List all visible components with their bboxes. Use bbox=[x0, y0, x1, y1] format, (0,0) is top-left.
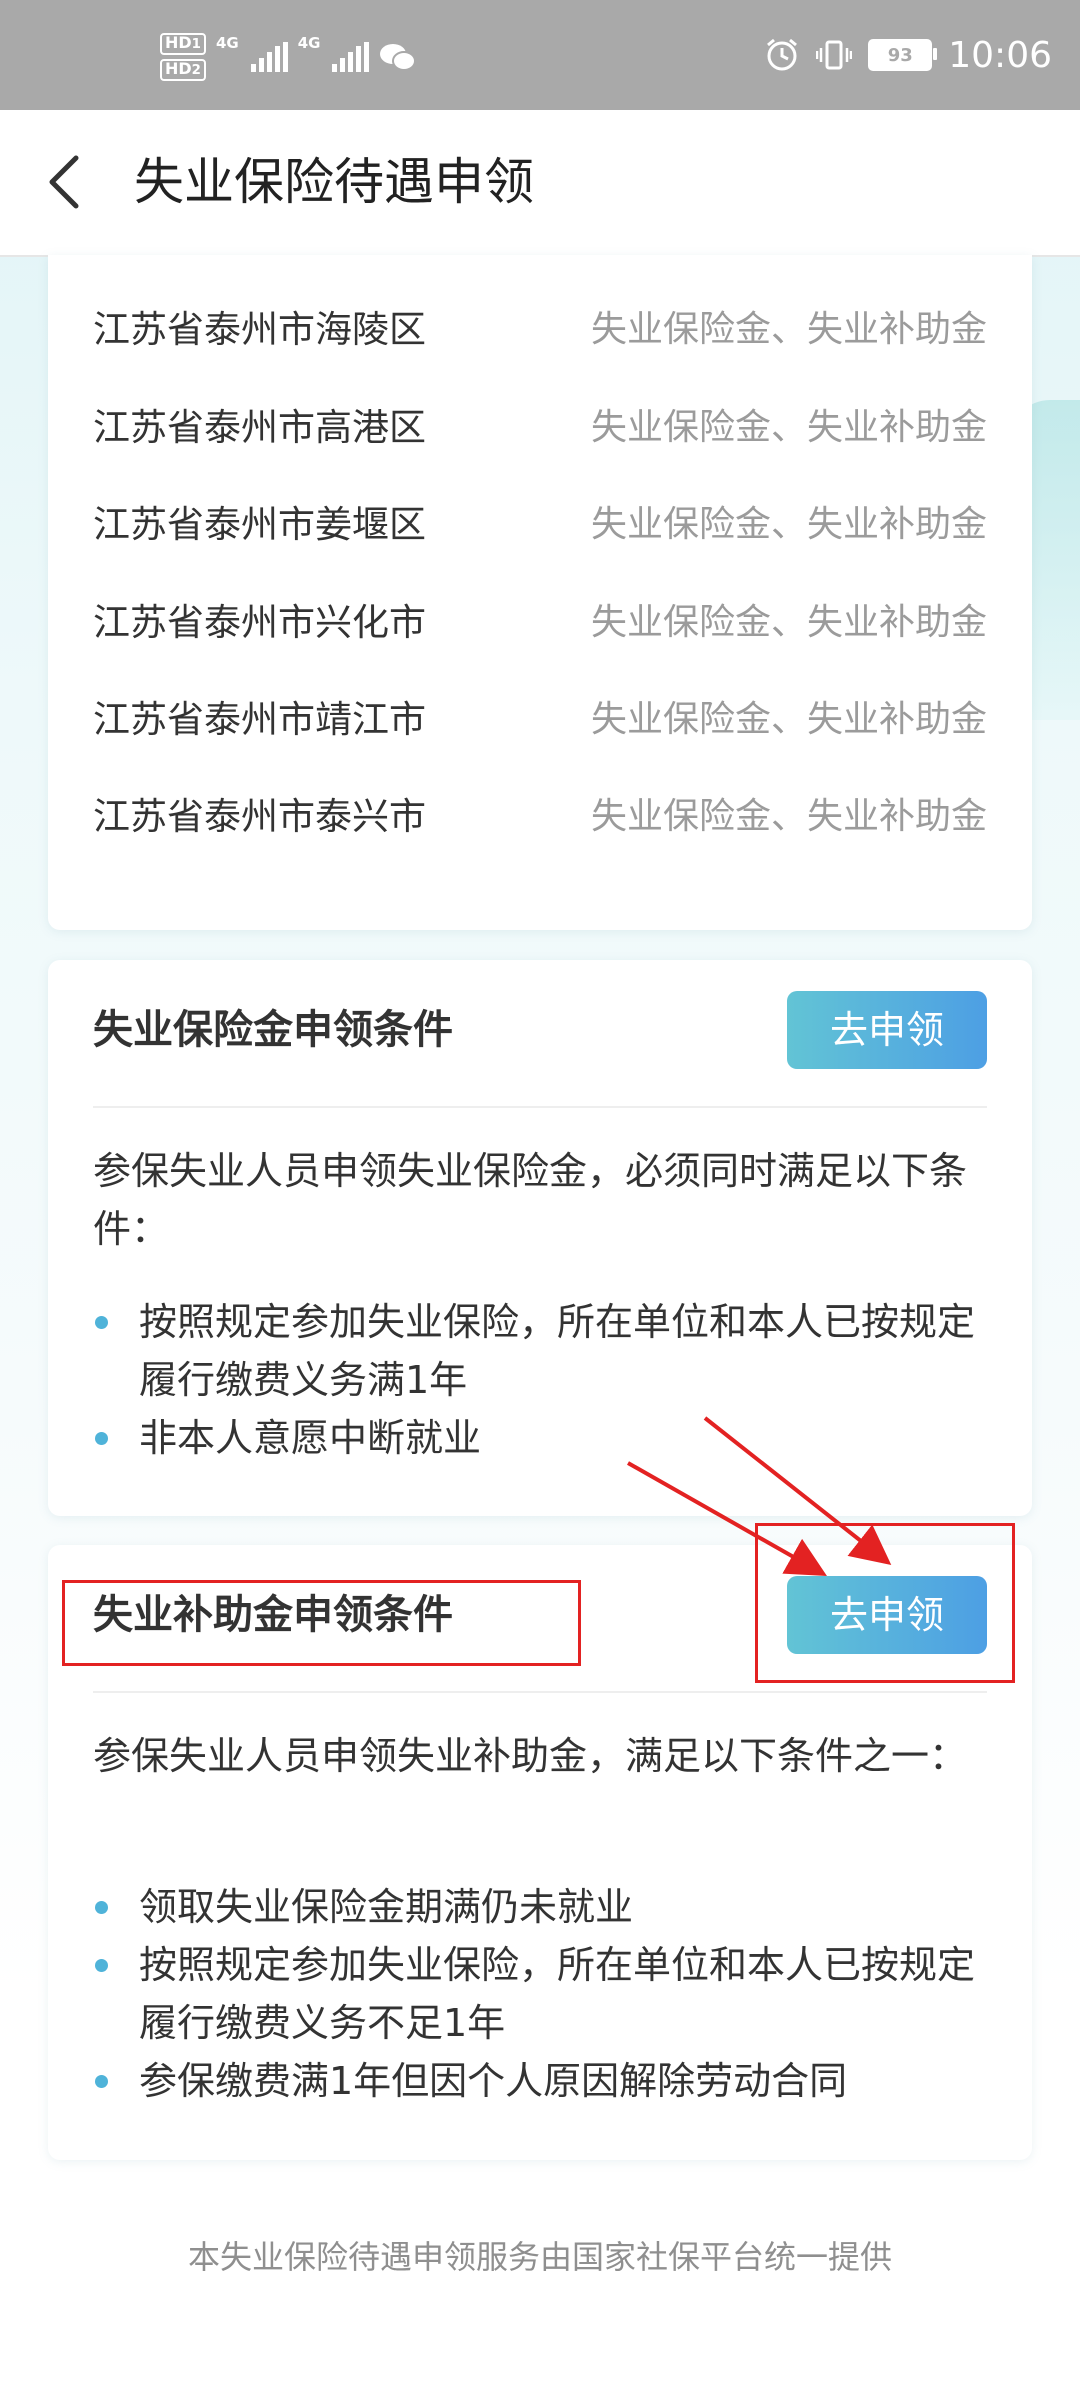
status-left: HD1 HD2 4G 4G bbox=[160, 33, 417, 81]
region-area: 江苏省泰州市泰兴市 bbox=[93, 795, 426, 838]
region-type: 失业保险金、失业补助金 bbox=[590, 796, 987, 837]
region-row: 江苏省泰州市泰兴市 失业保险金、失业补助金 bbox=[93, 787, 987, 847]
sig2-label: 4G bbox=[297, 34, 321, 52]
region-area: 江苏省泰州市高港区 bbox=[93, 406, 426, 449]
alarm-icon bbox=[767, 38, 798, 71]
insurance-card-desc: 参保失业人员申领失业保险金，必须同时满足以下条件： bbox=[93, 1149, 968, 1251]
signal-1-icon bbox=[250, 42, 288, 72]
region-row: 江苏省泰州市靖江市 失业保险金、失业补助金 bbox=[93, 690, 987, 750]
chevron-left-icon bbox=[49, 155, 79, 209]
region-type: 失业保险金、失业补助金 bbox=[590, 407, 987, 448]
region-type: 失业保险金、失业补助金 bbox=[590, 699, 987, 740]
battery-icon: 93 bbox=[868, 39, 938, 71]
region-area: 江苏省泰州市兴化市 bbox=[93, 601, 426, 644]
back-button[interactable] bbox=[44, 152, 104, 212]
hd-indicators: HD1 HD2 bbox=[160, 33, 206, 81]
vibrate-icon bbox=[816, 40, 853, 70]
region-area: 江苏省泰州市靖江市 bbox=[93, 698, 426, 741]
insurance-conditions-card: 失业保险金申领条件 去申领 参保失业人员申领失业保险金，必须同时满足以下条件： … bbox=[48, 960, 1032, 1516]
footer-note: 本失业保险待遇申领服务由国家社保平台统一提供 bbox=[187, 2238, 892, 2276]
list-item: 非本人意愿中断就业 bbox=[93, 1409, 987, 1467]
region-row: 江苏省泰州市高港区 失业保险金、失业补助金 bbox=[93, 398, 987, 458]
region-area: 江苏省泰州市海陵区 bbox=[93, 308, 426, 351]
status-right: 93 10:06 bbox=[764, 30, 1052, 80]
signal-2-icon bbox=[332, 42, 370, 72]
region-type: 失业保险金、失业补助金 bbox=[590, 309, 987, 350]
region-area: 江苏省泰州市姜堰区 bbox=[93, 503, 426, 546]
divider bbox=[93, 1106, 987, 1108]
insurance-card-title: 失业保险金申领条件 bbox=[93, 1007, 453, 1053]
annotation-button-box bbox=[755, 1523, 1015, 1683]
region-row: 江苏省泰州市海陵区 失业保险金、失业补助金 bbox=[93, 300, 987, 360]
region-row: 江苏省泰州市姜堰区 失业保险金、失业补助金 bbox=[93, 495, 987, 555]
hd1-icon: HD1 bbox=[160, 33, 206, 55]
list-item: 按照规定参加失业保险，所在单位和本人已按规定履行缴费义务满1年 bbox=[93, 1293, 987, 1409]
region-type: 失业保险金、失业补助金 bbox=[590, 504, 987, 545]
divider bbox=[93, 1691, 987, 1693]
list-item: 按照规定参加失业保险，所在单位和本人已按规定履行缴费义务不足1年 bbox=[93, 1936, 987, 2052]
list-item: 参保缴费满1年但因个人原因解除劳动合同 bbox=[93, 2052, 987, 2110]
region-type: 失业保险金、失业补助金 bbox=[590, 602, 987, 643]
sig1-label: 4G bbox=[215, 34, 239, 52]
region-row: 江苏省泰州市兴化市 失业保险金、失业补助金 bbox=[93, 593, 987, 653]
status-bar: HD1 HD2 4G 4G 93 10:06 bbox=[0, 0, 1080, 110]
list-item: 领取失业保险金期满仍未就业 bbox=[93, 1878, 987, 1936]
annotation-title-box bbox=[62, 1580, 581, 1666]
region-list-card: 江苏省泰州市海陵区 失业保险金、失业补助金 江苏省泰州市高港区 失业保险金、失业… bbox=[48, 255, 1032, 930]
wechat-icon bbox=[380, 44, 417, 71]
page-title: 失业保险待遇申领 bbox=[134, 153, 534, 211]
subsidy-card-desc: 参保失业人员申领失业补助金，满足以下条件之一： bbox=[93, 1734, 968, 1778]
nav-bar: 失业保险待遇申领 bbox=[0, 110, 1080, 257]
clock: 10:06 bbox=[948, 34, 1052, 76]
insurance-apply-button[interactable]: 去申领 bbox=[787, 991, 987, 1069]
hd2-icon: HD2 bbox=[160, 59, 206, 81]
